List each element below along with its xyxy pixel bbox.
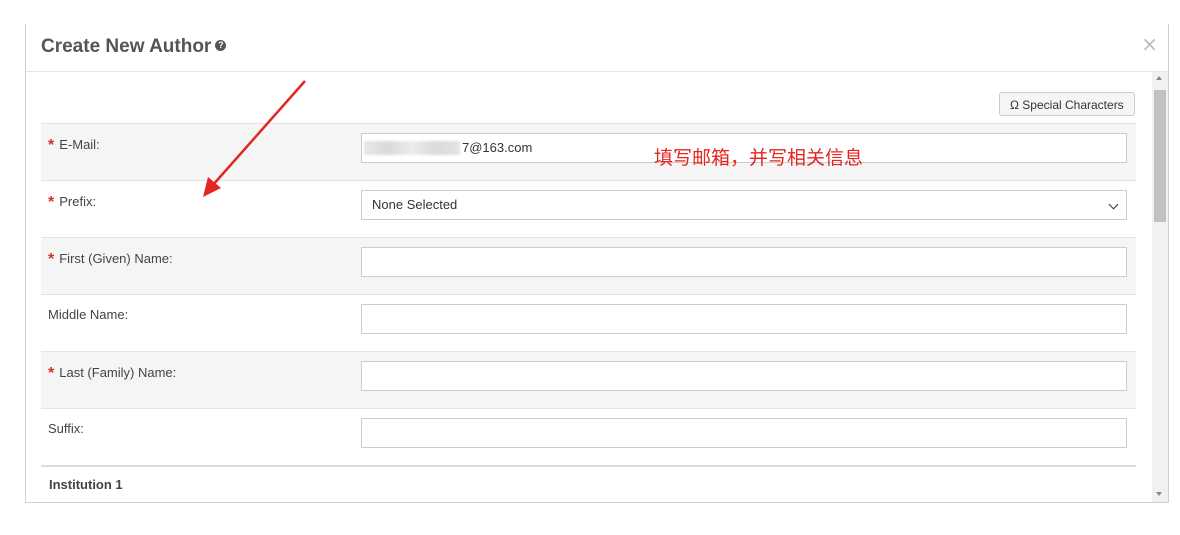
red-arrow-annotation xyxy=(203,80,306,197)
